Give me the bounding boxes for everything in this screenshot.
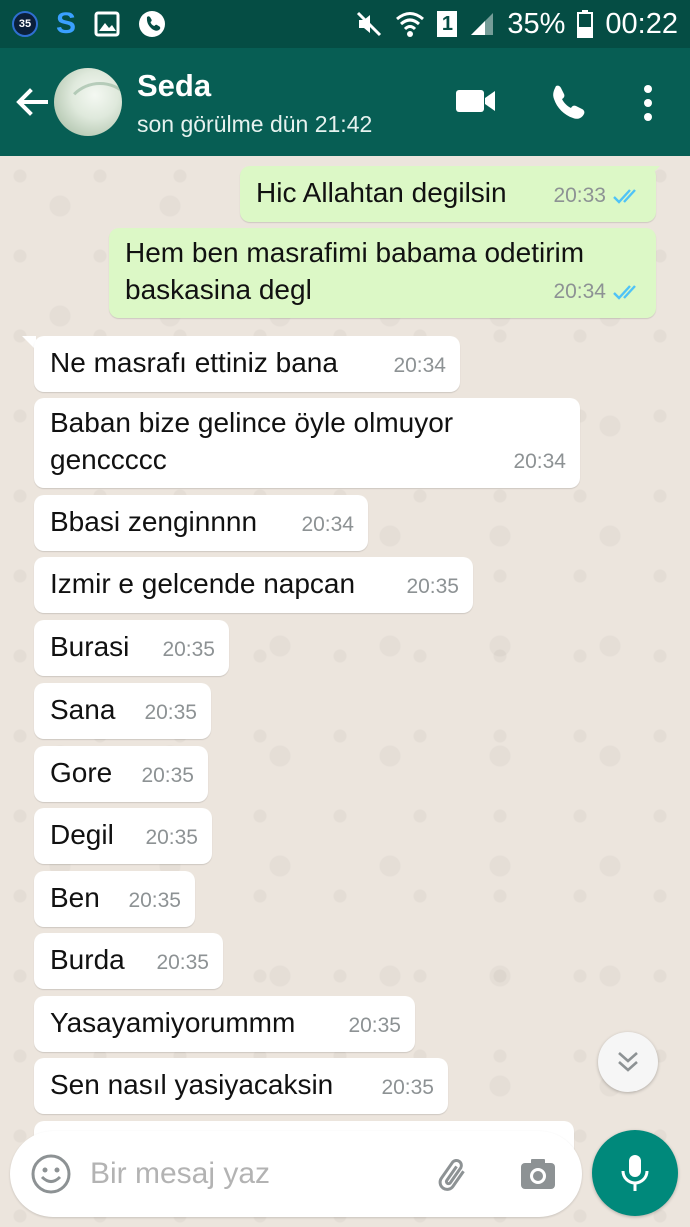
message-time: 20:35 [348,1014,401,1037]
wifi-icon [396,12,425,37]
message-text: Baban bize gelince öyle olmuyor genccccc [50,407,454,475]
emoji-icon[interactable] [30,1153,72,1195]
message-text: Ne masrafı ettiniz bana [50,347,338,378]
contact-name[interactable]: Seda [137,68,211,104]
signal-icon [471,13,494,35]
scroll-down-button[interactable] [598,1032,658,1092]
notification-badge-icon: 35 [12,11,38,37]
message-bubble-incoming[interactable]: Burasi 20:35 [34,620,229,676]
message-time: 20:33 [553,184,606,207]
phone-icon [139,11,166,37]
read-receipt-icon [613,188,636,204]
message-bubble-incoming[interactable]: Baban bize gelince öyle olmuyor genccccc… [34,398,580,488]
message-bubble-incoming[interactable]: Ben 20:35 [34,871,195,927]
mic-button[interactable] [592,1130,678,1216]
message-bubble-incoming[interactable]: Sana 20:35 [34,683,211,739]
message-text: Sen nasıl yasiyacaksin [50,1069,334,1100]
message-bubble-incoming[interactable]: Sen nasıl yasiyacaksin 20:35 [34,1058,448,1114]
message-input[interactable] [90,1151,410,1197]
camera-icon[interactable] [518,1155,558,1195]
message-time: 20:34 [301,513,354,536]
message-meta: 20:34 [553,273,642,310]
clock: 00:22 [605,7,678,40]
message-bubble-outgoing[interactable]: Hic Allahtan degilsin 20:33 [240,166,656,222]
attach-icon[interactable] [434,1155,474,1195]
message-bubble-incoming[interactable]: Izmir e gelcende napcan 20:35 [34,557,473,613]
message-bubble-incoming[interactable]: Degil 20:35 [34,808,212,864]
battery-percent: 35% [507,7,566,40]
video-call-icon[interactable] [455,84,497,118]
last-seen-status: son görülme dün 21:42 [137,111,373,137]
mute-icon [357,11,382,37]
message-bubble-incoming[interactable]: Gore 20:35 [34,746,208,802]
status-bar: 35 S 1 35% 00:22 [0,0,690,48]
voice-call-icon[interactable] [548,84,586,122]
message-time: 20:35 [144,701,197,724]
message-bubble-incoming[interactable]: Bbasi zenginnnn 20:34 [34,495,368,551]
message-time: 20:35 [381,1076,434,1099]
message-bubble-incoming[interactable]: Ne masrafı ettiniz bana 20:34 [34,336,460,392]
message-time: 20:35 [162,638,215,661]
message-bubble-outgoing[interactable]: Hem ben masrafimi babama odetirim baskas… [109,228,656,318]
message-composer [10,1131,582,1217]
message-time: 20:35 [156,951,209,974]
gallery-icon [94,11,120,37]
sim-indicator: 1 [437,11,458,37]
more-options-icon[interactable] [641,84,655,122]
back-arrow-icon[interactable] [14,84,50,120]
message-time: 20:35 [128,889,181,912]
battery-icon [577,10,594,38]
message-text: Izmir e gelcende napcan [50,568,356,599]
mic-icon [621,1155,649,1191]
read-receipt-icon [613,284,636,300]
message-time: 20:35 [406,575,459,598]
avatar[interactable] [54,68,122,136]
message-text: Yasayamiyorummm [50,1007,296,1038]
message-time: 20:34 [513,450,566,473]
message-time: 20:34 [553,280,606,303]
message-bubble-incoming[interactable]: Yasayamiyorummm 20:35 [34,996,415,1052]
message-time: 20:35 [145,826,198,849]
message-meta: 20:33 [553,177,642,214]
chat-area[interactable]: Hic Allahtan degilsin 20:33 Hem ben masr… [0,156,690,1227]
chat-header: Seda son görülme dün 21:42 [0,48,690,156]
s-app-icon: S [56,7,77,40]
scroll-down-icon [618,1052,638,1072]
message-time: 20:35 [141,764,194,787]
message-bubble-incoming[interactable]: Burda 20:35 [34,933,223,989]
message-time: 20:34 [393,354,446,377]
